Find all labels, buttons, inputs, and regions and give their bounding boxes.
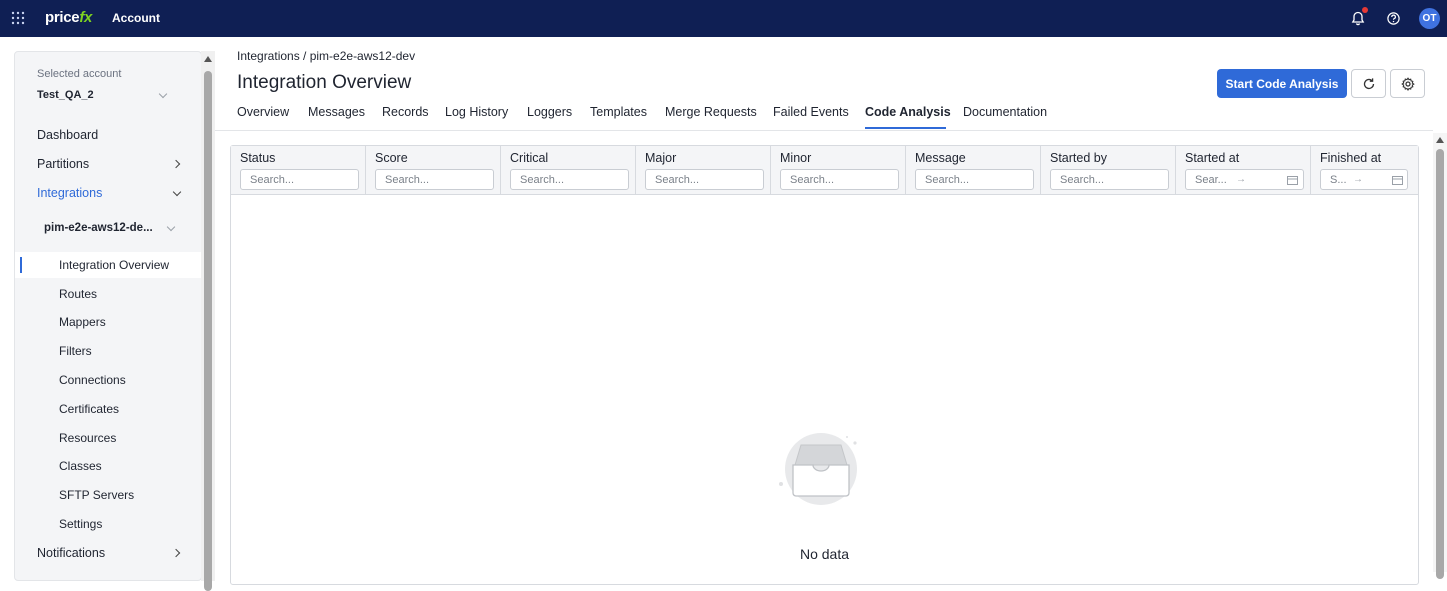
sidebar-item-mappers[interactable]: Mappers <box>59 315 106 329</box>
sidebar-item-dashboard[interactable]: Dashboard <box>37 128 98 142</box>
empty-inbox-icon <box>779 433 857 505</box>
sidebar-scrollbar[interactable] <box>201 51 215 591</box>
score-search-input[interactable] <box>375 169 494 190</box>
sidebar-item-integration-instance[interactable]: pim-e2e-aws12-de... <box>44 222 153 234</box>
column-header-label: Started by <box>1050 151 1107 165</box>
account-selector[interactable]: Test_QA_2 <box>37 89 94 101</box>
settings-button[interactable] <box>1390 69 1425 98</box>
tab-messages[interactable]: Messages <box>308 105 365 119</box>
account-label: Selected account <box>37 68 122 80</box>
column-header-label: Message <box>915 151 966 165</box>
tabs-divider <box>215 130 1433 131</box>
arrow-right-icon: → <box>1353 174 1363 185</box>
sidebar-scroll-thumb[interactable] <box>204 71 212 591</box>
page-title: Integration Overview <box>237 72 412 93</box>
app-title: Account <box>112 11 160 25</box>
sidebar-item-connections[interactable]: Connections <box>59 373 126 387</box>
calendar-icon[interactable] <box>1392 175 1403 185</box>
sidebar-item-filters[interactable]: Filters <box>59 344 92 358</box>
tab-failed-events[interactable]: Failed Events <box>773 105 849 119</box>
column-status: Status <box>231 146 366 195</box>
sidebar-item-partitions[interactable]: Partitions <box>37 157 89 171</box>
table-header: Status Score Critical Major Minor Messag… <box>231 146 1418 195</box>
started-by-search-input[interactable] <box>1050 169 1169 190</box>
column-header-label: Critical <box>510 151 549 165</box>
major-search-input[interactable] <box>645 169 764 190</box>
sidebar-item-settings[interactable]: Settings <box>59 517 102 531</box>
column-started-by: Started by <box>1041 146 1176 195</box>
arrow-right-icon: → <box>1236 174 1246 185</box>
tab-records[interactable]: Records <box>382 105 429 119</box>
sidebar-item-resources[interactable]: Resources <box>59 431 116 445</box>
sidebar-item-notifications[interactable]: Notifications <box>37 546 105 560</box>
date-range-placeholder: S... <box>1330 174 1347 186</box>
start-code-analysis-button[interactable]: Start Code Analysis <box>1217 69 1347 98</box>
main-scroll-thumb[interactable] <box>1436 149 1444 579</box>
sidebar-item-integration-overview[interactable]: Integration Overview <box>59 258 169 272</box>
active-item-indicator <box>20 257 22 273</box>
scroll-up-arrow-icon[interactable] <box>204 56 212 62</box>
column-header-label: Minor <box>780 151 812 165</box>
scroll-up-arrow-icon[interactable] <box>1436 137 1444 143</box>
calendar-icon[interactable] <box>1287 175 1298 185</box>
empty-state-text: No data <box>799 546 850 562</box>
column-started-at: Started at Sear... → <box>1176 146 1311 195</box>
status-search-input[interactable] <box>240 169 359 190</box>
sidebar-item-integrations[interactable]: Integrations <box>37 186 102 200</box>
active-tab-indicator <box>865 127 946 129</box>
column-critical: Critical <box>501 146 636 195</box>
top-bar: pricefx Account OT <box>0 0 1447 37</box>
apps-grid-icon[interactable] <box>11 11 25 25</box>
sidebar-item-classes[interactable]: Classes <box>59 459 102 473</box>
tab-log-history[interactable]: Log History <box>445 105 508 119</box>
refresh-button[interactable] <box>1351 69 1386 98</box>
breadcrumb: Integrations / pim-e2e-aws12-dev <box>237 49 416 63</box>
minor-search-input[interactable] <box>780 169 899 190</box>
tab-loggers[interactable]: Loggers <box>527 105 572 119</box>
sidebar-item-routes[interactable]: Routes <box>59 287 97 301</box>
tab-overview[interactable]: Overview <box>237 105 289 119</box>
avatar[interactable]: OT <box>1419 8 1440 29</box>
finished-at-date-range[interactable]: S... → <box>1320 169 1408 190</box>
main-scrollbar[interactable] <box>1433 133 1447 579</box>
column-header-label: Started at <box>1185 151 1240 165</box>
date-range-placeholder: Sear... <box>1195 174 1227 186</box>
started-at-date-range[interactable]: Sear... → <box>1185 169 1304 190</box>
critical-search-input[interactable] <box>510 169 629 190</box>
gear-icon <box>1400 76 1415 91</box>
empty-state: No data <box>231 195 1418 585</box>
sidebar-item-certificates[interactable]: Certificates <box>59 402 119 416</box>
notification-dot <box>1362 7 1368 13</box>
help-icon[interactable] <box>1387 12 1400 25</box>
tab-code-analysis[interactable]: Code Analysis <box>865 105 951 119</box>
tab-templates[interactable]: Templates <box>590 105 647 119</box>
column-header-label: Score <box>375 151 408 165</box>
message-search-input[interactable] <box>915 169 1034 190</box>
logo[interactable]: pricefx <box>45 9 92 26</box>
column-message: Message <box>906 146 1041 195</box>
column-major: Major <box>636 146 771 195</box>
column-finished-at: Finished at S... → <box>1311 146 1418 195</box>
column-header-label: Major <box>645 151 677 165</box>
column-header-label: Finished at <box>1320 151 1382 165</box>
refresh-icon <box>1363 77 1374 89</box>
bell-icon[interactable] <box>1351 11 1365 26</box>
sidebar-item-sftp-servers[interactable]: SFTP Servers <box>59 488 134 502</box>
tab-merge-requests[interactable]: Merge Requests <box>665 105 757 119</box>
column-minor: Minor <box>771 146 906 195</box>
code-analysis-table: Status Score Critical Major Minor Messag… <box>230 145 1419 585</box>
column-header-label: Status <box>240 151 276 165</box>
tab-documentation[interactable]: Documentation <box>963 105 1047 119</box>
column-score: Score <box>366 146 501 195</box>
